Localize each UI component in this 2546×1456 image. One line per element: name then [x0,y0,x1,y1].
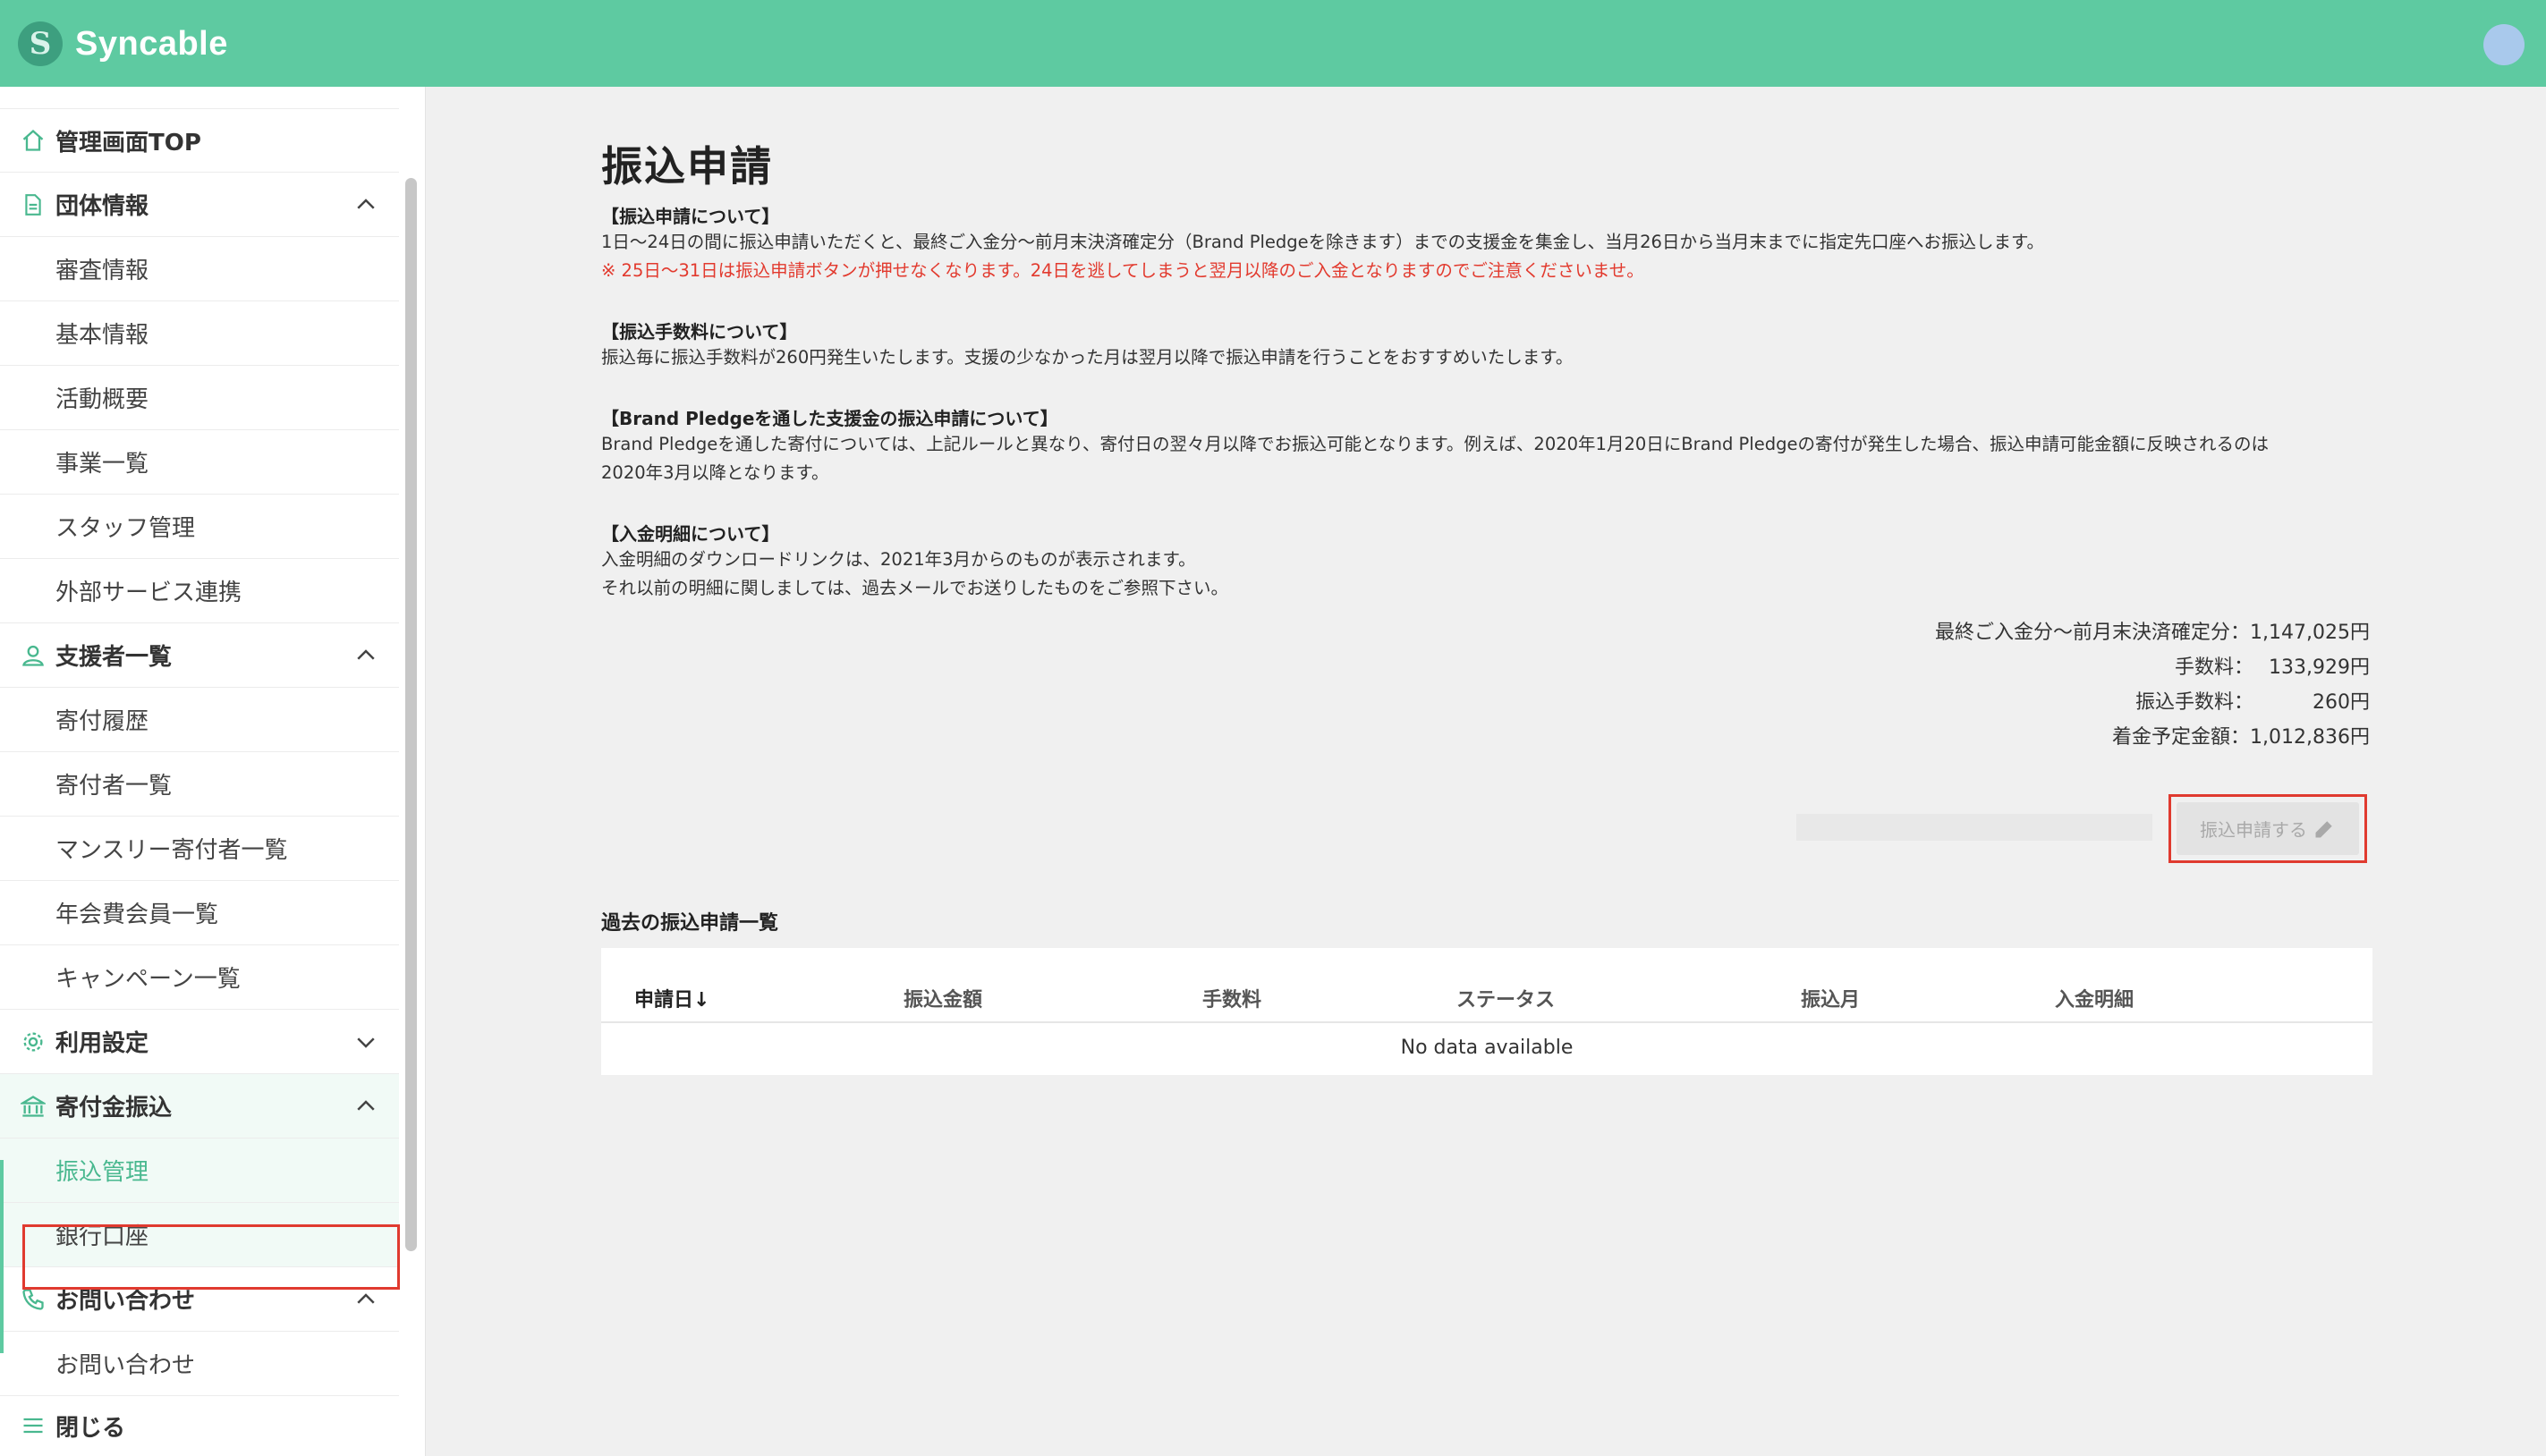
sidebar-group-transfer[interactable]: 寄付金振込 [0,1074,399,1139]
chevron-up-icon [357,649,375,660]
section-text: 2020年3月以降となります。 [601,462,829,483]
gear-icon [20,1029,47,1055]
app-logo[interactable]: S Syncable [18,21,228,66]
column-header-status[interactable]: ステータス [1456,984,1555,1012]
document-icon [20,191,47,218]
user-avatar[interactable] [2483,24,2525,65]
sidebar-item-label: 寄付金振込 [55,1095,173,1122]
sidebar: 管理画面TOP 団体情報 審査情報 基本情報 活動概要 事業一覧 スタッフ管理 … [0,87,426,1456]
chevron-up-icon [357,1293,375,1304]
sidebar-subitem-donors[interactable]: 寄付者一覧 [0,752,399,817]
sidebar-subitem-basic-info[interactable]: 基本情報 [0,301,399,366]
apply-button-highlight: 振込申請する [2168,794,2367,863]
history-table: 申請日↓ 振込金額 手数料 ステータス 振込月 入金明細 No data ava… [601,948,2372,1075]
table-empty-message: No data available [1400,1037,1574,1059]
warning-text: ※ 25日〜31日は振込申請ボタンが押せなくなります。24日を逃してしまうと翌月… [601,260,1644,281]
section-heading: 【入金明細について】 [601,523,780,545]
section-heading: 【振込手数料について】 [601,321,798,343]
sidebar-subitem-review[interactable]: 審査情報 [0,237,399,301]
summary-row: 着金予定金額：1,012,836円 [1565,720,2370,755]
sidebar-subitem-transfer-management[interactable]: 振込管理 [0,1139,399,1203]
chevron-down-icon [357,1037,375,1048]
summary-value: 1,147,025円 [2250,622,2370,644]
summary-row: 振込手数料： 260円 [1565,685,2370,720]
sidebar-close-button[interactable]: 閉じる [0,1396,399,1455]
main-content: 振込申請 【振込申請について】 1日〜24日の間に振込申請いただくと、最終ご入金… [601,134,2372,1075]
sidebar-subitem-monthly-donors[interactable]: マンスリー寄付者一覧 [0,817,399,881]
sidebar-subitem-projects[interactable]: 事業一覧 [0,430,399,495]
sidebar-scrollbar[interactable] [405,178,417,1251]
menu-icon [20,1412,47,1439]
sidebar-subitem-integrations[interactable]: 外部サービス連携 [0,559,399,623]
summary-row: 最終ご入金分〜前月末決済確定分：1,147,025円 [1565,615,2370,650]
table-header: 申請日↓ 振込金額 手数料 ステータス 振込月 入金明細 [601,948,2372,1023]
section-text: 振込毎に振込手数料が260円発生いたします。支援の少なかった月は翌月以降で振込申… [601,347,1574,368]
column-header-transfer-month[interactable]: 振込月 [1801,984,1860,1012]
summary-value: 1,012,836円 [2250,726,2370,749]
section-text: 1日〜24日の間に振込申請いただくと、最終ご入金分〜前月末決済確定分（Brand… [601,232,2045,252]
sidebar-subitem-campaigns[interactable]: キャンペーン一覧 [0,945,399,1010]
sidebar-item-admin-top[interactable]: 管理画面TOP [0,108,399,173]
current-item-highlight [22,1224,400,1290]
history-title: 過去の振込申請一覧 [601,912,779,935]
sidebar-group-supporters[interactable]: 支援者一覧 [0,623,399,688]
bank-icon [20,1093,47,1120]
sidebar-item-label: 利用設定 [55,1030,149,1057]
summary-label: 着金予定金額： [2112,726,2251,749]
page-title: 振込申請 [601,142,773,190]
column-header-fee[interactable]: 手数料 [1202,984,1261,1012]
summary-value: 133,929円 [2269,656,2370,679]
apply-transfer-button[interactable]: 振込申請する [2177,802,2359,855]
sidebar-group-settings[interactable]: 利用設定 [0,1010,399,1074]
phone-icon [20,1286,47,1313]
sidebar-subitem-activity[interactable]: 活動概要 [0,366,399,430]
pencil-icon [2315,820,2332,837]
amount-summary: 最終ご入金分〜前月末決済確定分：1,147,025円 手数料： 133,929円 … [1565,615,2370,755]
sidebar-item-label: 管理画面TOP [55,129,201,157]
summary-label: 最終ご入金分〜前月末決済確定分： [1935,622,2251,644]
section-heading: 【Brand Pledgeを通した支援金の振込申請について】 [601,408,1058,429]
summary-label: 手数料： [2174,656,2253,679]
app-name: Syncable [75,24,228,63]
section-text: 入金明細のダウンロードリンクは、2021年3月からのものが表示されます。 [601,549,1196,570]
summary-label: 振込手数料： [2134,691,2253,714]
active-group-indicator [0,1160,4,1353]
sidebar-close-label: 閉じる [55,1414,126,1442]
sidebar-item-label: 支援者一覧 [55,644,173,671]
section-heading: 【振込申請について】 [601,206,780,227]
chevron-up-icon [357,199,375,209]
person-icon [20,642,47,669]
home-icon [20,127,47,154]
logo-mark-icon: S [18,21,63,66]
sidebar-subitem-staff[interactable]: スタッフ管理 [0,495,399,559]
section-text: Brand Pledgeを通した寄付については、上記ルールと異なり、寄付日の翌々… [601,434,2269,454]
sidebar-group-organization[interactable]: 団体情報 [0,173,399,237]
summary-value: 260円 [2313,691,2370,714]
apply-button-label: 振込申請する [2200,819,2307,841]
column-header-amount[interactable]: 振込金額 [904,984,982,1012]
top-bar: S Syncable [0,0,2546,87]
section-text: それ以前の明細に関しましては、過去メールでお送りしたものをご参照下さい。 [601,578,1229,598]
column-header-apply-date[interactable]: 申請日↓ [634,984,709,1012]
sidebar-subitem-annual-members[interactable]: 年会費会員一覧 [0,881,399,945]
column-header-statement[interactable]: 入金明細 [2055,984,2134,1012]
transfer-note-field[interactable] [1796,814,2152,841]
sidebar-item-label: 団体情報 [55,193,149,220]
sidebar-subitem-contact[interactable]: お問い合わせ [0,1332,399,1396]
summary-row: 手数料： 133,929円 [1565,650,2370,685]
sidebar-subitem-donation-history[interactable]: 寄付履歴 [0,688,399,752]
chevron-up-icon [357,1100,375,1111]
